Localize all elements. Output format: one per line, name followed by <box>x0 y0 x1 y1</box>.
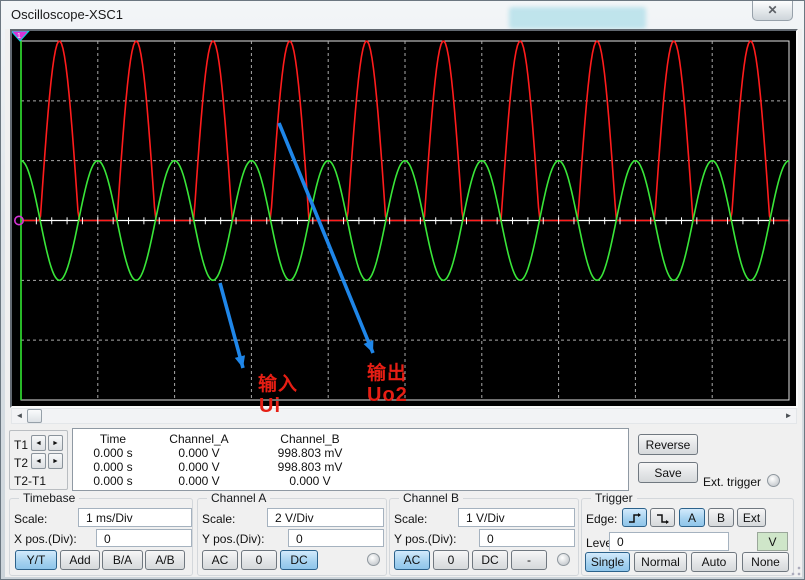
oscilloscope-display[interactable]: 1 <box>10 29 798 408</box>
t2-right-button[interactable]: ► <box>48 453 63 469</box>
trigger-single-button[interactable]: Single <box>585 552 630 572</box>
col-header-channel-b: Channel_B <box>255 432 365 446</box>
window-title: Oscilloscope-XSC1 <box>11 7 123 22</box>
trigger-source-a-button[interactable]: A <box>679 508 705 527</box>
channel-a-connector <box>367 553 380 566</box>
readout-header-row: Time Channel_A Channel_B <box>83 432 623 446</box>
col-header-channel-a: Channel_A <box>143 432 255 446</box>
t2t1-channel-a: 0.000 V <box>143 474 255 488</box>
left-arrow-icon: ◄ <box>35 458 42 465</box>
measurement-readout: Time Channel_A Channel_B 0.000 s 0.000 V… <box>72 428 629 491</box>
timebase-ba-button[interactable]: B/A <box>102 550 143 570</box>
cursor-panel: T1 ◄ ► T2 ◄ ► T2-T1 <box>9 430 68 490</box>
title-bar[interactable]: Oscilloscope-XSC1 ✕ <box>1 1 804 29</box>
display-scrollbar[interactable]: ◄ ► <box>11 408 797 424</box>
channel-a-ypos-field[interactable]: 0 <box>288 529 384 547</box>
trigger-none-button[interactable]: None <box>742 552 789 572</box>
channel-b-minus-button[interactable]: - <box>511 550 547 570</box>
trigger-level-field[interactable]: 0 <box>609 532 729 551</box>
scroll-thumb[interactable] <box>27 409 42 423</box>
reverse-button[interactable]: Reverse <box>638 434 698 455</box>
cursor-t2-label: T2 <box>14 456 28 470</box>
svg-text:1: 1 <box>17 33 21 40</box>
timebase-xpos-label: X pos.(Div): <box>14 532 77 546</box>
t1-channel-a: 0.000 V <box>143 446 255 460</box>
channel-b-scale-label: Scale: <box>394 512 427 526</box>
annotation-input-cn: 输入 <box>258 369 298 396</box>
channel-b-connector <box>557 553 570 566</box>
readout-row-t1: 0.000 s 0.000 V 998.803 mV <box>83 446 623 460</box>
channel-b-scale-field[interactable]: 1 V/Div <box>458 508 575 527</box>
ext-trigger-label: Ext. trigger <box>703 475 761 489</box>
right-arrow-icon: ► <box>52 440 59 447</box>
annotation-output-cn: 输出 <box>367 358 407 385</box>
close-icon: ✕ <box>767 3 777 17</box>
right-arrow-icon: ► <box>52 458 59 465</box>
scroll-right-button[interactable]: ► <box>781 409 796 423</box>
trigger-source-b-button[interactable]: B <box>708 508 734 527</box>
t1-right-button[interactable]: ► <box>48 435 63 451</box>
channel-b-ypos-label: Y pos.(Div): <box>394 532 456 546</box>
readout-row-t2: 0.000 s 0.000 V 998.803 mV <box>83 460 623 474</box>
channel-a-title: Channel A <box>207 491 270 505</box>
timebase-scale-label: Scale: <box>14 512 47 526</box>
falling-edge-icon <box>656 512 670 524</box>
oscilloscope-window: Oscilloscope-XSC1 ✕ 1 输入 Ui 输出 Uo2 ◄ ► T… <box>0 0 805 580</box>
left-arrow-icon: ◄ <box>35 440 42 447</box>
t1-time: 0.000 s <box>83 446 143 460</box>
resize-grip[interactable] <box>791 566 801 576</box>
scroll-right-icon: ► <box>785 411 793 420</box>
timebase-add-button[interactable]: Add <box>60 550 100 570</box>
timebase-xpos-field[interactable]: 0 <box>96 529 192 547</box>
trigger-title: Trigger <box>591 491 637 505</box>
waveform-plot: 1 <box>12 31 796 406</box>
readout-row-t2t1: 0.000 s 0.000 V 0.000 V <box>83 474 623 488</box>
t2-left-button[interactable]: ◄ <box>31 453 46 469</box>
trigger-edge-label: Edge: <box>586 512 617 526</box>
scroll-left-button[interactable]: ◄ <box>12 409 27 423</box>
cursor-t2t1-label: T2-T1 <box>14 474 46 488</box>
cursor-t1-label: T1 <box>14 438 28 452</box>
channel-b-zero-button[interactable]: 0 <box>433 550 469 570</box>
trigger-auto-button[interactable]: Auto <box>691 552 737 572</box>
channel-a-dc-button[interactable]: DC <box>280 550 318 570</box>
save-button[interactable]: Save <box>638 462 698 483</box>
scroll-left-icon: ◄ <box>16 411 24 420</box>
timebase-scale-field[interactable]: 1 ms/Div <box>78 508 192 527</box>
annotation-input-symbol: Ui <box>259 395 281 418</box>
channel-a-ac-button[interactable]: AC <box>202 550 238 570</box>
trigger-normal-button[interactable]: Normal <box>634 552 687 572</box>
close-button[interactable]: ✕ <box>752 1 793 21</box>
t1-channel-b: 998.803 mV <box>255 446 365 460</box>
channel-a-scale-label: Scale: <box>202 512 235 526</box>
channel-b-title: Channel B <box>399 491 463 505</box>
trigger-falling-edge-button[interactable] <box>650 508 675 527</box>
col-header-time: Time <box>83 432 143 446</box>
channel-a-scale-field[interactable]: 2 V/Div <box>267 508 384 527</box>
trigger-rising-edge-button[interactable] <box>622 508 647 527</box>
rising-edge-icon <box>628 512 642 524</box>
t2-channel-b: 998.803 mV <box>255 460 365 474</box>
channel-a-zero-button[interactable]: 0 <box>241 550 277 570</box>
t2-channel-a: 0.000 V <box>143 460 255 474</box>
t2t1-channel-b: 0.000 V <box>255 474 365 488</box>
t1-left-button[interactable]: ◄ <box>31 435 46 451</box>
channel-b-ypos-field[interactable]: 0 <box>479 529 575 547</box>
timebase-title: Timebase <box>19 491 79 505</box>
t2t1-time: 0.000 s <box>83 474 143 488</box>
timebase-yt-button[interactable]: Y/T <box>15 550 57 570</box>
trigger-source-ext-button[interactable]: Ext <box>737 508 766 527</box>
timebase-ab-button[interactable]: A/B <box>145 550 185 570</box>
ext-trigger-connector <box>767 474 780 487</box>
trigger-level-unit-select[interactable]: V <box>757 532 788 551</box>
aero-glass-artifact <box>509 7 646 29</box>
channel-b-ac-button[interactable]: AC <box>394 550 430 570</box>
channel-a-ypos-label: Y pos.(Div): <box>202 532 264 546</box>
annotation-output-symbol: Uo2 <box>367 384 408 407</box>
t2-time: 0.000 s <box>83 460 143 474</box>
channel-b-dc-button[interactable]: DC <box>472 550 508 570</box>
